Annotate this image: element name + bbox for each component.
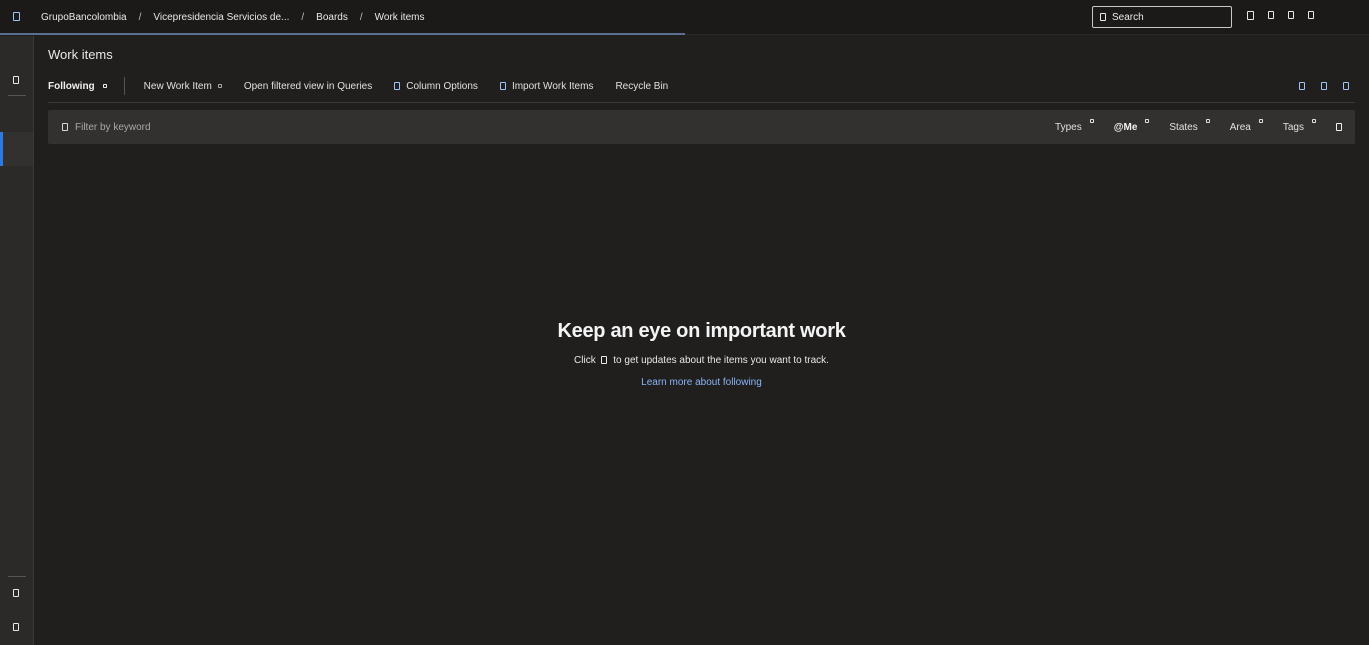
breadcrumb-organization[interactable]: GrupoBancolombia	[41, 12, 127, 23]
empty-state: Keep an eye on important work Click to g…	[34, 320, 1369, 388]
chevron-down-icon	[217, 84, 222, 88]
collapse-icon[interactable]	[13, 623, 19, 631]
breadcrumb-work-items[interactable]: Work items	[375, 12, 425, 23]
top-navigation-bar: GrupoBancolombia / Vicepresidencia Servi…	[0, 0, 1369, 35]
marketplace-icon[interactable]	[1247, 11, 1254, 20]
toolbar-divider-line	[48, 102, 1355, 103]
open-in-queries-label: Open filtered view in Queries	[243, 80, 373, 92]
empty-desc-after: to get updates about the items you want …	[613, 355, 829, 366]
breadcrumb-separator: /	[359, 12, 363, 23]
types-filter-label: Types	[1055, 121, 1082, 133]
breadcrumb-project[interactable]: Vicepresidencia Servicios de...	[153, 12, 289, 23]
empty-desc-before: Click	[574, 355, 596, 366]
sidebar-active-indicator	[0, 132, 3, 166]
left-navigation-sidebar	[0, 36, 34, 645]
column-options-button[interactable]: Column Options	[394, 81, 478, 92]
filter-dropdowns: Types @Me States Area Tags	[1055, 118, 1355, 133]
assigned-filter-dropdown[interactable]: @Me	[1113, 118, 1150, 133]
chevron-down-icon	[1145, 118, 1150, 123]
learn-more-link[interactable]: Learn more about following	[641, 377, 762, 388]
user-icon[interactable]	[1308, 11, 1314, 19]
azure-devops-icon[interactable]	[13, 12, 20, 21]
filter-bar: Filter by keyword Types @Me States Area …	[48, 110, 1355, 144]
chevron-down-icon	[1089, 118, 1094, 123]
project-settings-icon[interactable]	[13, 589, 19, 597]
tags-filter-dropdown[interactable]: Tags	[1282, 118, 1316, 133]
sidebar-divider	[8, 95, 26, 96]
types-filter-dropdown[interactable]: Types	[1055, 118, 1094, 133]
import-work-items-button[interactable]: Import Work Items	[499, 80, 594, 92]
area-filter-label: Area	[1229, 121, 1251, 133]
loading-progress-bar	[0, 33, 685, 35]
top-icon-group	[1247, 11, 1314, 20]
sidebar-divider	[8, 576, 26, 577]
column-options-icon	[394, 82, 401, 90]
import-icon	[499, 82, 506, 90]
follow-icon	[601, 356, 608, 364]
breadcrumb-separator: /	[301, 12, 305, 23]
keyword-filter-input[interactable]: Filter by keyword	[62, 122, 151, 133]
search-input[interactable]: Search	[1092, 6, 1232, 28]
clear-filter-icon[interactable]	[1336, 123, 1342, 131]
new-work-item-label: New Work Item	[143, 80, 212, 92]
empty-state-description: Click to get updates about the items you…	[34, 355, 1369, 366]
tags-filter-label: Tags	[1282, 121, 1304, 133]
recycle-bin-button[interactable]: Recycle Bin	[615, 81, 668, 92]
search-icon	[1100, 13, 1106, 21]
new-work-item-button[interactable]: New Work Item	[144, 81, 222, 92]
chevron-down-icon	[1312, 118, 1316, 123]
states-filter-label: States	[1169, 121, 1198, 133]
boards-icon[interactable]	[13, 76, 19, 84]
assigned-filter-label: @Me	[1113, 121, 1138, 133]
chevron-down-icon	[102, 84, 107, 88]
pivot-label: Following	[48, 80, 95, 92]
breadcrumb: GrupoBancolombia / Vicepresidencia Servi…	[41, 12, 424, 23]
column-options-label: Column Options	[406, 80, 478, 92]
toolbar-right-icons	[1299, 82, 1355, 90]
chevron-down-icon	[1205, 118, 1210, 123]
toolbar-divider	[123, 77, 125, 95]
settings-icon[interactable]	[1288, 11, 1294, 19]
states-filter-dropdown[interactable]: States	[1169, 118, 1210, 133]
recycle-bin-label: Recycle Bin	[615, 80, 669, 92]
empty-state-title: Keep an eye on important work	[557, 320, 846, 342]
page-title: Work items	[48, 47, 113, 62]
help-icon[interactable]	[1268, 11, 1274, 19]
area-filter-dropdown[interactable]: Area	[1229, 118, 1263, 133]
filter-icon[interactable]	[1299, 82, 1305, 90]
filter-icon	[62, 123, 68, 131]
breadcrumb-boards[interactable]: Boards	[316, 12, 348, 23]
breadcrumb-separator: /	[138, 12, 142, 23]
following-pivot-dropdown[interactable]: Following	[48, 81, 107, 92]
search-placeholder: Search	[1112, 11, 1144, 23]
more-options-icon[interactable]	[1343, 82, 1349, 90]
command-toolbar: Following New Work Item Open filtered vi…	[48, 77, 1355, 95]
fullscreen-icon[interactable]	[1321, 82, 1327, 90]
chevron-down-icon	[1258, 118, 1263, 123]
import-work-items-label: Import Work Items	[511, 80, 594, 92]
open-in-queries-button[interactable]: Open filtered view in Queries	[244, 81, 372, 92]
sidebar-item-active[interactable]	[0, 132, 33, 166]
filter-placeholder: Filter by keyword	[75, 121, 151, 133]
